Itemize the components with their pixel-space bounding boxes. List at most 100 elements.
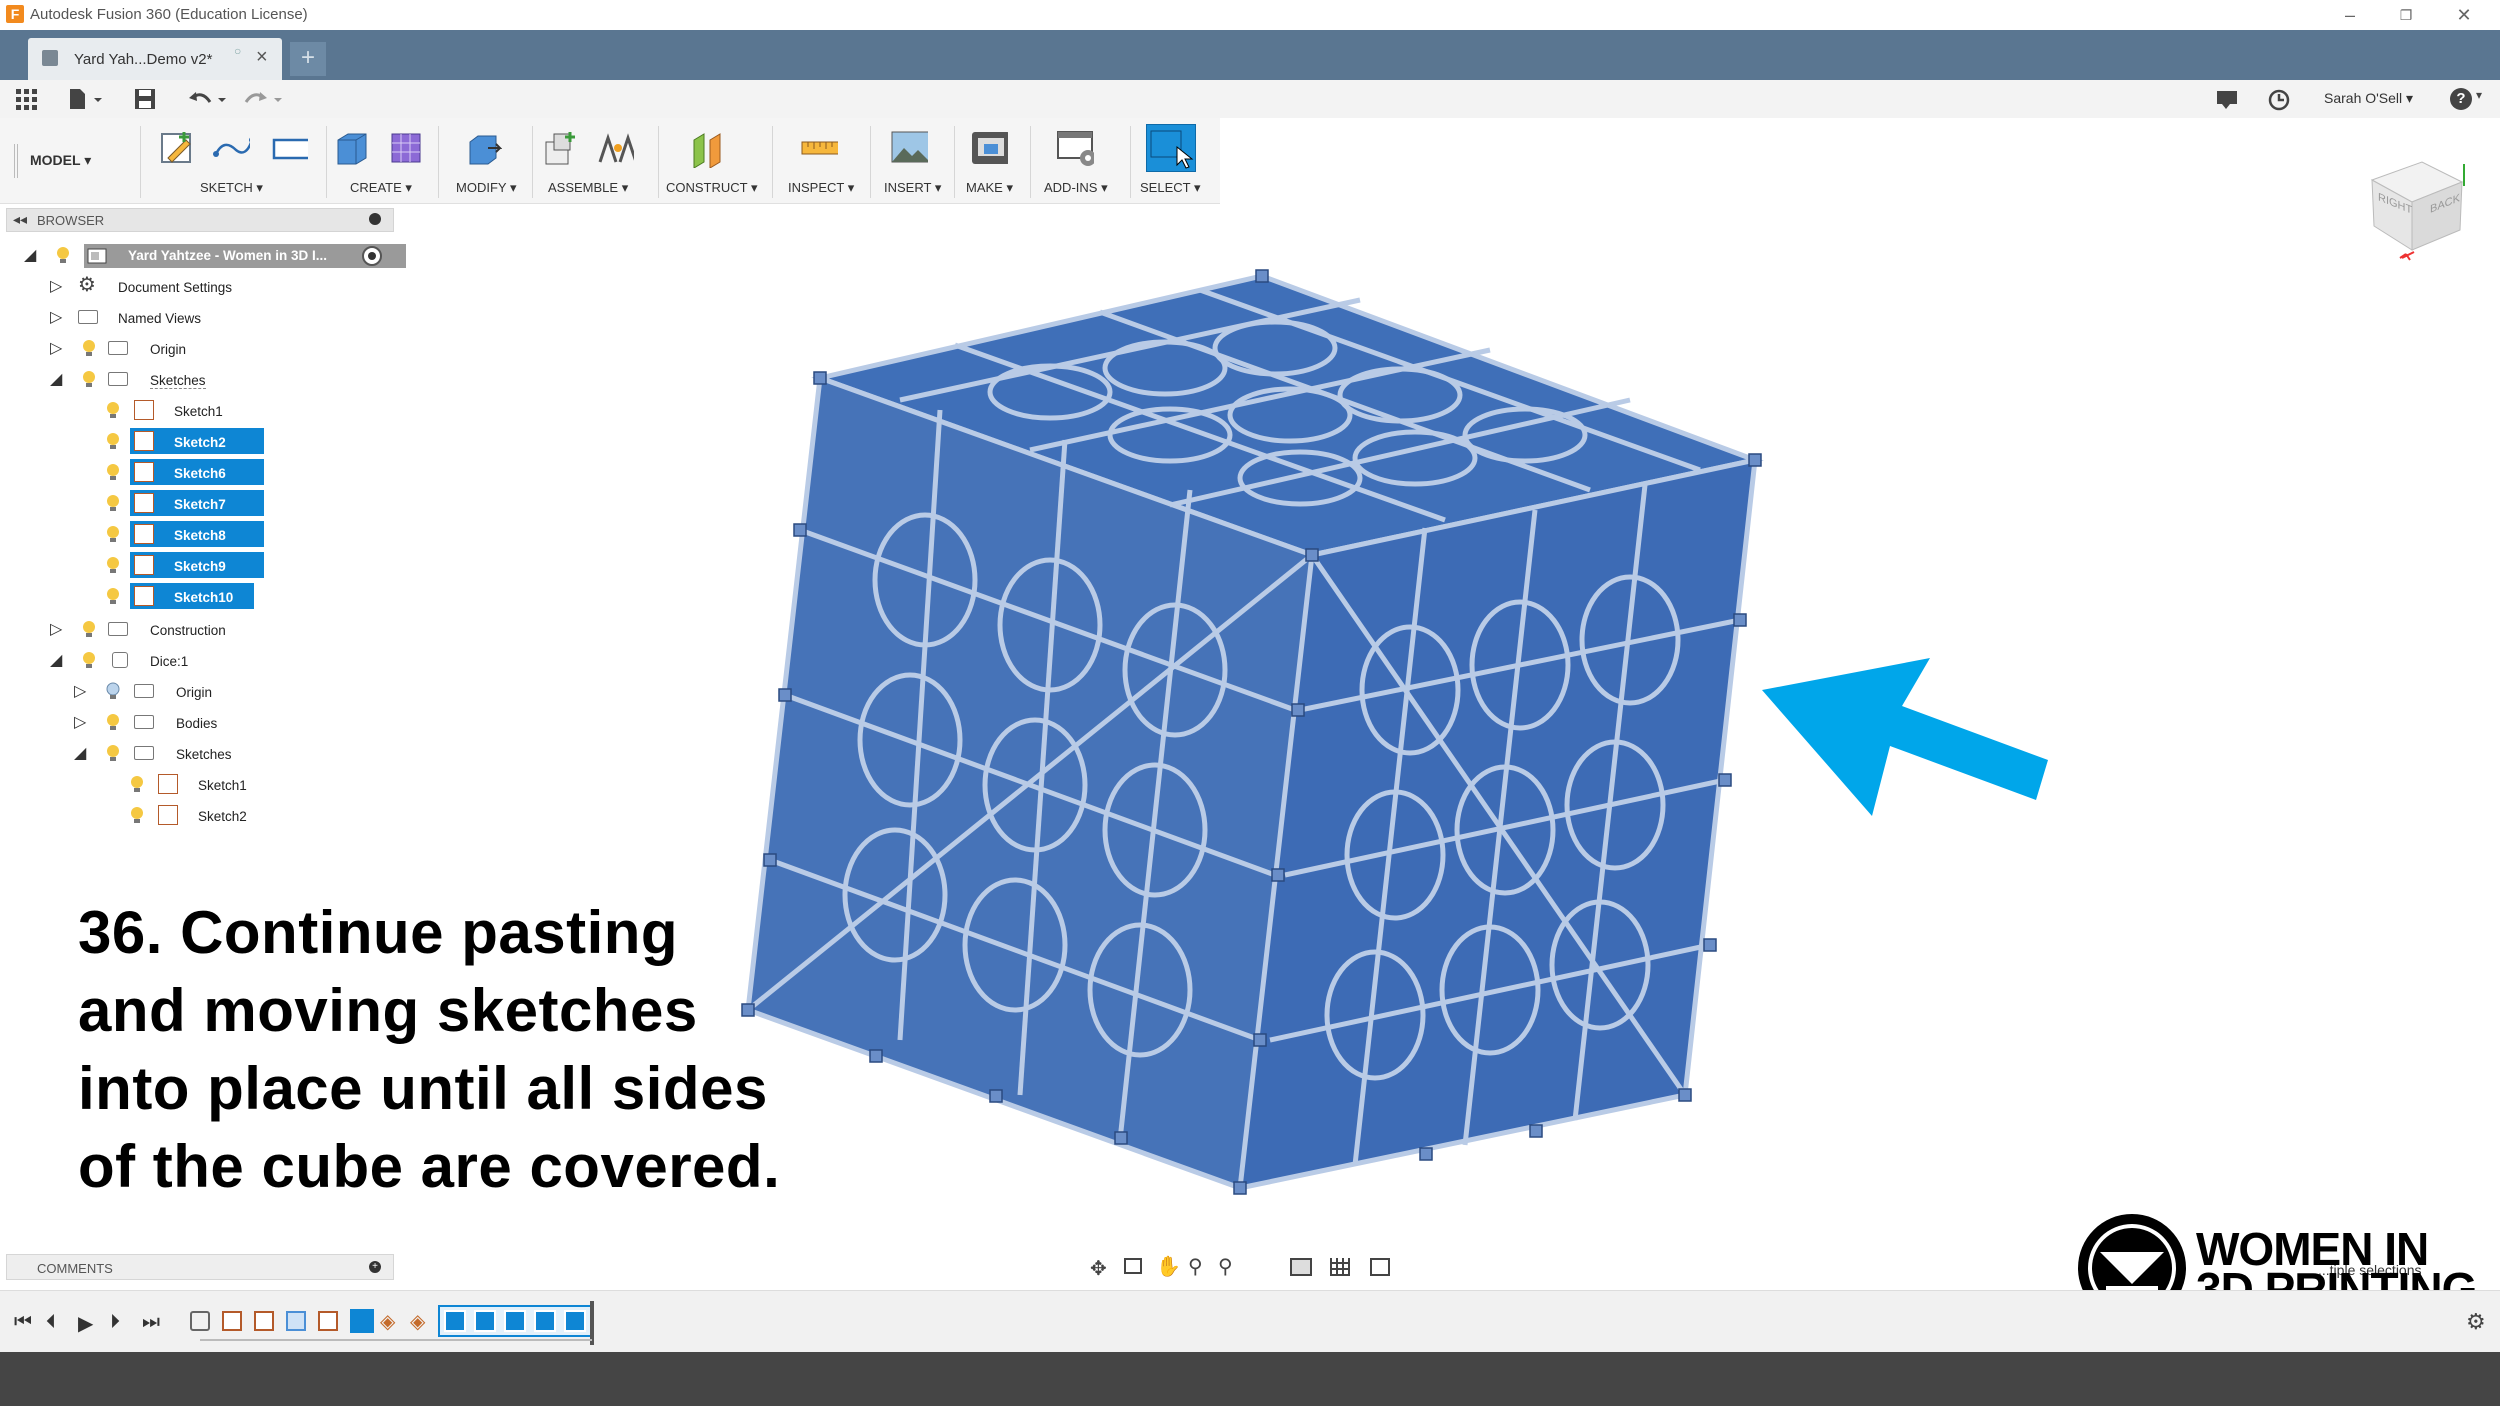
undo-icon[interactable] (188, 88, 228, 110)
measure-icon[interactable] (800, 128, 838, 168)
go-to-start-icon[interactable]: ⏮ (14, 1311, 32, 1334)
assemble-menu[interactable]: ASSEMBLE ▾ (548, 180, 628, 196)
inspect-menu[interactable]: INSPECT ▾ (788, 180, 854, 196)
new-tab-button[interactable]: + (290, 42, 326, 76)
create-menu[interactable]: CREATE ▾ (350, 180, 412, 196)
visibility-bulb-icon[interactable] (106, 744, 120, 762)
visibility-bulb-icon[interactable] (106, 494, 120, 512)
expand-arrow-icon[interactable]: ▷ (50, 622, 66, 638)
timeline-sketch-icon[interactable] (222, 1311, 242, 1331)
timeline-sketch-selected-icon[interactable] (474, 1310, 496, 1332)
save-icon[interactable] (134, 88, 156, 110)
display-settings-icon[interactable] (1290, 1258, 1312, 1276)
activate-radio-icon[interactable] (362, 246, 382, 266)
insert-image-icon[interactable] (890, 128, 928, 168)
create-sketch-icon[interactable] (158, 128, 196, 168)
expand-arrow-icon[interactable]: ▷ (74, 715, 90, 731)
timeline-move-icon[interactable]: ◈ (380, 1309, 395, 1334)
visibility-bulb-icon[interactable] (106, 713, 120, 731)
redo-icon[interactable] (244, 88, 284, 110)
new-component-icon[interactable] (540, 128, 578, 168)
job-status-icon[interactable] (2216, 90, 2238, 110)
collapse-arrow-icon[interactable]: ◢ (74, 746, 90, 762)
fit-icon[interactable]: ⚲ (1218, 1254, 1233, 1279)
timeline-sketch-selected-icon[interactable] (350, 1309, 374, 1333)
viewports-icon[interactable] (1370, 1258, 1390, 1276)
step-back-icon[interactable]: ⏴ (46, 1311, 56, 1334)
collapse-panel-icon[interactable]: ◂◂ (13, 211, 27, 228)
timeline-sketch-selected-icon[interactable] (444, 1310, 466, 1332)
clock-icon[interactable] (2268, 89, 2290, 111)
add-ins-menu[interactable]: ADD-INS ▾ (1044, 180, 1108, 196)
document-tab[interactable]: Yard Yah...Demo v2* ○ × (28, 38, 282, 80)
expand-arrow-icon[interactable]: ▷ (50, 341, 66, 357)
insert-menu[interactable]: INSERT ▾ (884, 180, 941, 196)
visibility-bulb-icon[interactable] (130, 806, 144, 824)
select-tool-button[interactable] (1146, 124, 1196, 172)
pan-hand-icon[interactable]: ✋ (1156, 1254, 1181, 1279)
visibility-bulb-icon[interactable] (82, 651, 96, 669)
visibility-bulb-icon[interactable] (82, 620, 96, 638)
extrude-icon[interactable] (334, 128, 372, 168)
help-dropdown-icon[interactable]: ▾ (2476, 88, 2482, 102)
collapse-arrow-icon[interactable]: ◢ (50, 372, 66, 388)
orbit-icon[interactable]: ✥ (1090, 1256, 1107, 1281)
cube-model[interactable] (700, 250, 1800, 1210)
play-icon[interactable]: ▶ (78, 1311, 93, 1336)
form-icon[interactable] (388, 128, 426, 168)
help-icon[interactable]: ? (2450, 88, 2472, 110)
visibility-bulb-icon[interactable] (106, 525, 120, 543)
timeline-sketch-selected-icon[interactable] (564, 1310, 586, 1332)
timeline-settings-gear-icon[interactable]: ⚙ (2466, 1309, 2486, 1335)
sketch-menu[interactable]: SKETCH ▾ (200, 180, 263, 196)
timeline-extrude-icon[interactable] (286, 1311, 306, 1331)
visibility-bulb-icon[interactable] (106, 463, 120, 481)
visibility-bulb-off-icon[interactable] (106, 682, 120, 700)
workspace-switcher[interactable]: MODEL ▾ (30, 152, 91, 169)
visibility-bulb-icon[interactable] (82, 339, 96, 357)
visibility-bulb-icon[interactable] (106, 432, 120, 450)
step-forward-icon[interactable]: ⏵ (110, 1311, 120, 1334)
scripts-icon[interactable] (1056, 128, 1094, 168)
viewcube[interactable]: RIGHT BACK (2352, 150, 2482, 270)
construct-menu[interactable]: CONSTRUCT ▾ (666, 180, 758, 196)
make-menu[interactable]: MAKE ▾ (966, 180, 1013, 196)
timeline-sketch-selected-icon[interactable] (504, 1310, 526, 1332)
expand-arrow-icon[interactable]: ▷ (50, 310, 66, 326)
restore-button[interactable]: ❐ (2386, 2, 2426, 28)
zoom-icon[interactable]: ⚲ (1188, 1254, 1203, 1279)
timeline-sketch-selected-icon[interactable] (534, 1310, 556, 1332)
modify-menu[interactable]: MODIFY ▾ (456, 180, 516, 196)
visibility-bulb-icon[interactable] (106, 401, 120, 419)
visibility-bulb-icon[interactable] (130, 775, 144, 793)
visibility-bulb-icon[interactable] (106, 556, 120, 574)
rectangle-icon[interactable] (270, 128, 308, 168)
close-tab-icon[interactable]: × (256, 46, 268, 69)
collapse-arrow-icon[interactable]: ◢ (24, 248, 40, 264)
timeline-move-icon[interactable]: ◈ (410, 1309, 425, 1334)
select-menu[interactable]: SELECT ▾ (1140, 180, 1200, 196)
offset-plane-icon[interactable] (690, 128, 728, 168)
add-comment-icon[interactable]: + (369, 1261, 381, 1273)
minimize-button[interactable]: – (2330, 2, 2370, 28)
look-at-icon[interactable] (1124, 1258, 1142, 1274)
user-account-menu[interactable]: Sarah O'Sell ▾ (2324, 90, 2413, 107)
timeline-component-icon[interactable] (190, 1311, 210, 1331)
press-pull-icon[interactable] (464, 128, 502, 168)
go-to-end-icon[interactable]: ⏭ (142, 1311, 160, 1334)
grid-settings-icon[interactable] (1330, 1258, 1350, 1276)
3d-print-icon[interactable] (970, 128, 1008, 168)
visibility-bulb-icon[interactable] (82, 370, 96, 388)
timeline-sketch-icon[interactable] (318, 1311, 338, 1331)
expand-arrow-icon[interactable]: ▷ (74, 684, 90, 700)
collapse-arrow-icon[interactable]: ◢ (50, 653, 66, 669)
expand-arrow-icon[interactable]: ▷ (50, 279, 66, 295)
timeline-sketch-icon[interactable] (254, 1311, 274, 1331)
comments-panel-header[interactable]: COMMENTS + (6, 1254, 394, 1280)
line-icon[interactable] (212, 128, 250, 168)
joint-icon[interactable] (596, 128, 634, 168)
file-menu-icon[interactable] (68, 88, 104, 110)
data-panel-grid-icon[interactable] (16, 89, 38, 111)
close-window-button[interactable]: ✕ (2444, 2, 2484, 28)
pin-icon[interactable] (369, 213, 381, 225)
